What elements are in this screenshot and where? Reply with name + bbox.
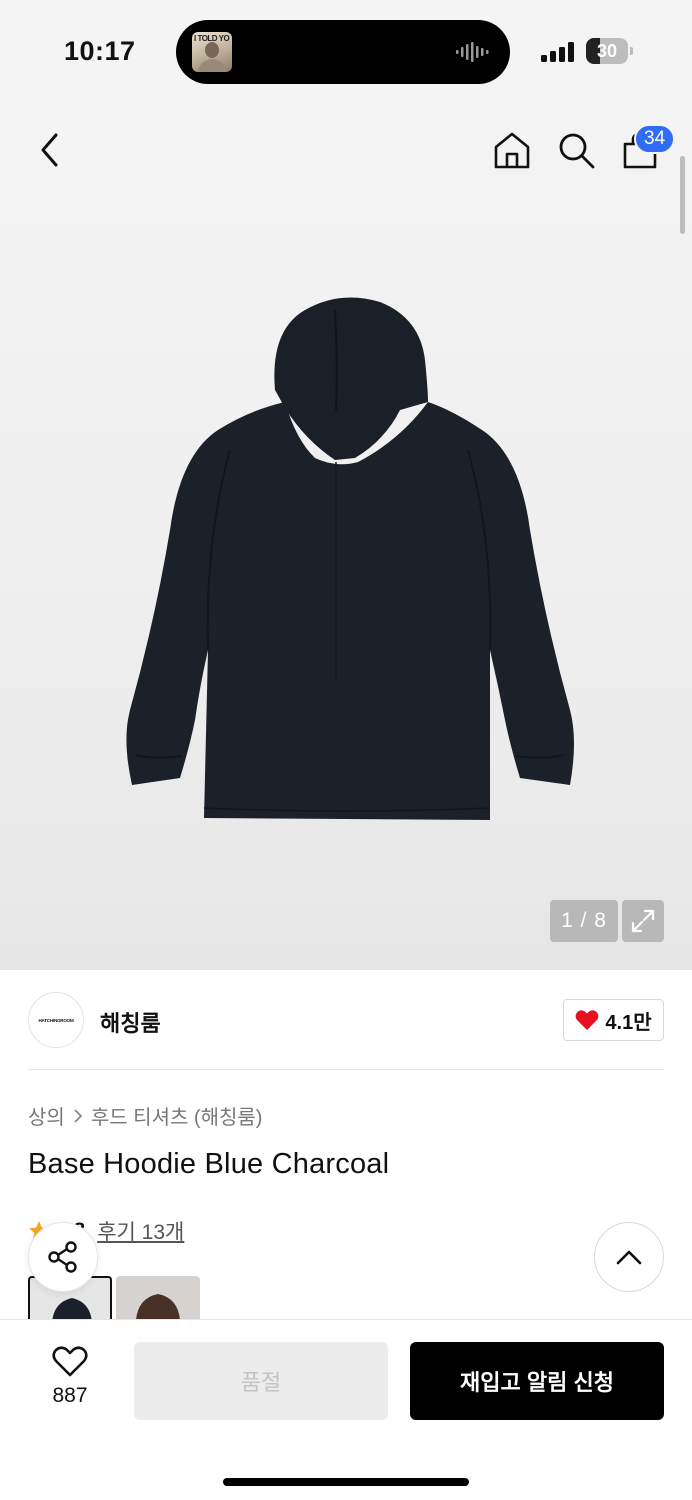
status-bar: 10:17 I TOLD YO 30: [0, 0, 692, 100]
brand-row: HATCHINGROOM 해칭룸 4.1만: [0, 970, 692, 1070]
battery-indicator: 30: [586, 38, 633, 64]
product-image[interactable]: [100, 290, 590, 820]
chevron-up-icon: [616, 1250, 642, 1265]
now-playing-artwork[interactable]: I TOLD YO: [192, 32, 232, 72]
status-time: 10:17: [64, 36, 136, 66]
breadcrumb: 상의 후드 티셔츠 (해칭룸): [28, 1101, 262, 1130]
breadcrumb-category[interactable]: 상의: [28, 1101, 65, 1130]
product-gallery[interactable]: 34 1 / 8: [0, 100, 692, 970]
cart-count-badge: 34: [634, 124, 676, 154]
breadcrumb-subcategory[interactable]: 후드 티셔츠 (해칭룸): [91, 1101, 263, 1130]
restock-alert-button[interactable]: 재입고 알림 신청: [410, 1342, 664, 1420]
dynamic-island[interactable]: I TOLD YO: [176, 20, 510, 84]
battery-level: 30: [596, 41, 618, 61]
color-option-thumbnail[interactable]: [116, 1276, 200, 1320]
expand-image-button[interactable]: [622, 900, 664, 942]
expand-icon: [631, 909, 655, 933]
home-indicator[interactable]: [223, 1478, 469, 1486]
search-button[interactable]: [554, 128, 598, 172]
brand-like-count: 4.1만: [605, 1011, 652, 1034]
wishlist-count: 887: [52, 1384, 88, 1407]
home-icon: [494, 132, 530, 169]
bottom-action-bar: 887 품절 재입고 알림 신청: [0, 1319, 692, 1500]
share-button[interactable]: [28, 1222, 98, 1292]
brand-like-button[interactable]: 4.1만: [563, 999, 664, 1041]
product-title: Base Hoodie Blue Charcoal: [28, 1148, 390, 1180]
divider: [28, 1069, 664, 1070]
heart-filled-icon: [576, 1010, 599, 1030]
sold-out-button: 품절: [134, 1342, 388, 1420]
image-counter: 1 / 8: [550, 900, 618, 942]
heart-outline-icon: [52, 1346, 88, 1377]
chevron-right-icon: [74, 1108, 83, 1123]
cellular-signal-icon: [541, 42, 574, 62]
scroll-to-top-button[interactable]: [594, 1222, 664, 1292]
wishlist-button[interactable]: 887: [40, 1346, 100, 1410]
artwork-figure: [198, 42, 226, 72]
audio-wave-icon: [456, 42, 489, 62]
brand-logo[interactable]: HATCHINGROOM: [28, 992, 84, 1048]
share-icon: [48, 1241, 77, 1273]
brand-logo-text: HATCHINGROOM: [38, 1017, 74, 1023]
scrollbar-thumb[interactable]: [680, 156, 685, 234]
reviews-link[interactable]: 후기 13개: [97, 1216, 184, 1246]
search-icon: [559, 133, 595, 169]
back-icon: [41, 133, 58, 167]
back-button[interactable]: [28, 128, 72, 172]
thumbnail-image: [136, 1294, 180, 1320]
brand-name[interactable]: 해칭룸: [100, 1006, 161, 1038]
home-button[interactable]: [490, 128, 534, 172]
